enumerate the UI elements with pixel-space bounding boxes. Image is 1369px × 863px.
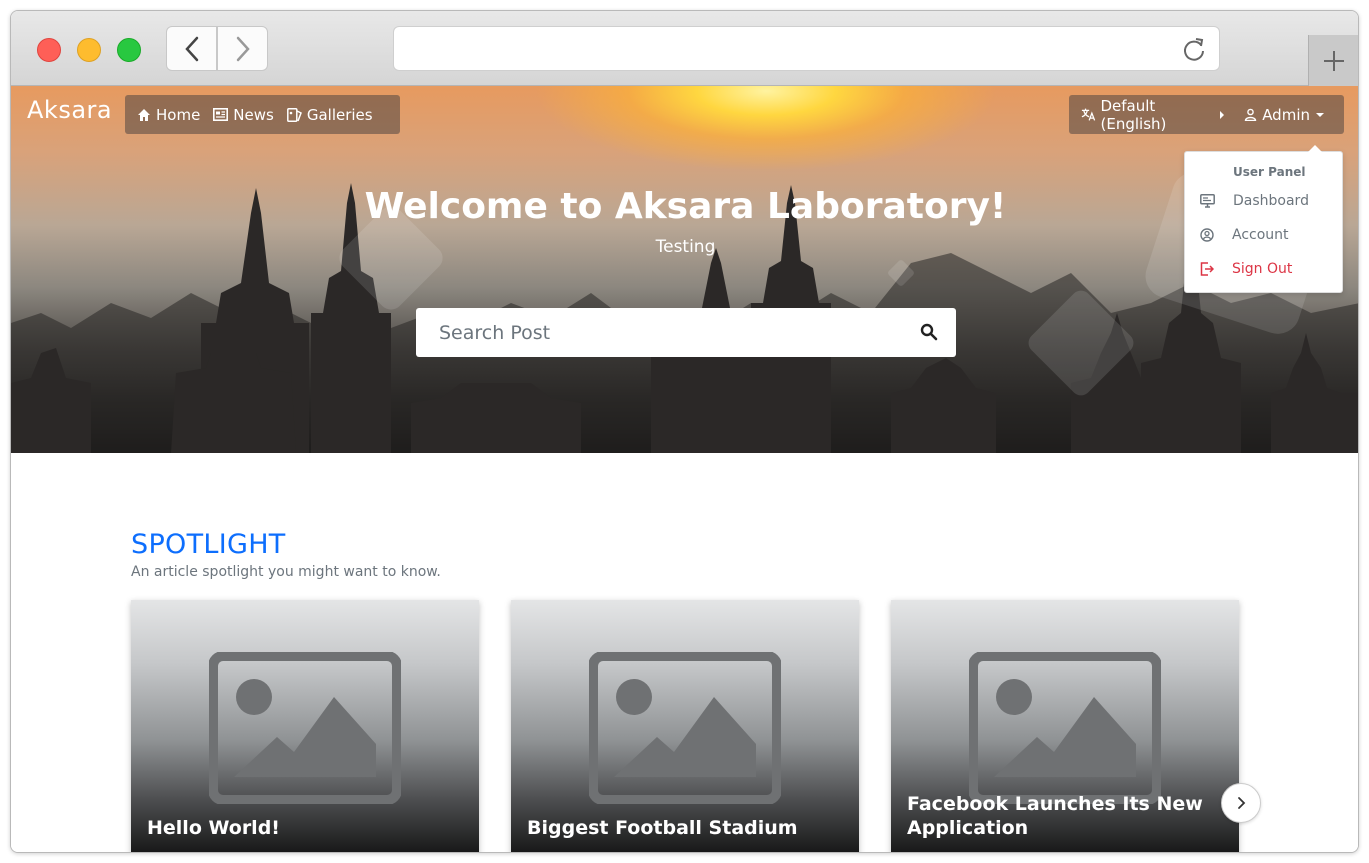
dropdown-item-dashboard-label: Dashboard	[1233, 193, 1309, 209]
nav-news[interactable]: News	[213, 106, 274, 124]
close-window-button[interactable]	[37, 38, 61, 62]
image-placeholder-icon	[589, 652, 781, 804]
nav-home[interactable]: Home	[137, 106, 200, 124]
reload-icon[interactable]	[1181, 36, 1207, 62]
browser-titlebar	[11, 11, 1358, 86]
image-placeholder-icon	[969, 652, 1161, 804]
carousel-next-button[interactable]	[1221, 783, 1261, 823]
monitor-icon	[1200, 194, 1215, 208]
minimize-window-button[interactable]	[77, 38, 101, 62]
card-title[interactable]: Biggest Football Stadium	[527, 816, 843, 840]
hero-title: Welcome to Aksara Laboratory!	[364, 186, 1007, 227]
maximize-window-button[interactable]	[117, 38, 141, 62]
spotlight-title: SPOTLIGHT	[131, 529, 286, 560]
user-nav: Default (English) Admin	[1069, 95, 1344, 134]
home-icon	[138, 108, 150, 121]
chevron-right-icon	[1238, 797, 1246, 809]
user-label: Admin	[1262, 105, 1310, 124]
nav-galleries-label: Galleries	[306, 105, 373, 124]
main-nav: Home News Galleries	[125, 95, 400, 134]
user-icon	[1244, 108, 1257, 121]
page-viewport: Aksara Home News Galleries Default (Engl…	[11, 86, 1358, 852]
card-title[interactable]: Hello World!	[147, 816, 463, 840]
plus-icon	[1323, 50, 1344, 71]
nav-news-label: News	[233, 105, 274, 124]
newspaper-icon	[213, 108, 229, 121]
user-menu-toggle[interactable]: Admin	[1244, 106, 1324, 124]
hero-banner: Aksara Home News Galleries Default (Engl…	[11, 86, 1358, 453]
card-title[interactable]: Facebook Launches Its New Application	[907, 792, 1223, 840]
user-dropdown-menu: User Panel Dashboard Account Sign Out	[1184, 145, 1343, 293]
dropdown-item-account[interactable]: Account	[1200, 227, 1289, 243]
hero-subtitle: Testing	[655, 237, 716, 257]
chevron-right-icon	[236, 36, 250, 61]
nav-home-label: Home	[156, 105, 201, 124]
back-button[interactable]	[166, 26, 217, 71]
dropdown-item-sign-out-label: Sign Out	[1232, 261, 1293, 277]
search-icon[interactable]	[920, 323, 938, 341]
spotlight-card[interactable]: Biggest Football Stadium	[511, 600, 859, 852]
search-input[interactable]	[416, 321, 896, 344]
brand-logo[interactable]: Aksara	[27, 96, 112, 124]
user-circle-icon	[1200, 228, 1214, 242]
spotlight-card[interactable]: Facebook Launches Its New Application	[891, 600, 1239, 852]
address-bar[interactable]	[393, 26, 1220, 71]
gallery-icon	[286, 107, 302, 122]
dropdown-item-sign-out[interactable]: Sign Out	[1200, 261, 1292, 277]
new-tab-button[interactable]	[1308, 35, 1358, 86]
browser-window: Aksara Home News Galleries Default (Engl…	[10, 10, 1359, 853]
language-selector[interactable]: Default (English)	[1081, 96, 1225, 133]
spotlight-card[interactable]: Hello World!	[131, 600, 479, 852]
language-icon	[1081, 108, 1096, 121]
chevron-left-icon	[184, 36, 198, 61]
dropdown-item-dashboard[interactable]: Dashboard	[1200, 193, 1309, 209]
caret-down-icon	[1316, 112, 1324, 117]
dropdown-header: User Panel	[1233, 165, 1306, 179]
forward-button[interactable]	[217, 26, 268, 71]
image-placeholder-icon	[209, 652, 401, 804]
sign-out-icon	[1200, 262, 1214, 276]
caret-right-icon	[1220, 110, 1225, 119]
dropdown-item-account-label: Account	[1232, 227, 1289, 243]
nav-galleries[interactable]: Galleries	[286, 105, 373, 124]
spotlight-subtitle: An article spotlight you might want to k…	[131, 564, 441, 580]
language-label: Default (English)	[1100, 96, 1167, 133]
search-box	[416, 308, 956, 357]
